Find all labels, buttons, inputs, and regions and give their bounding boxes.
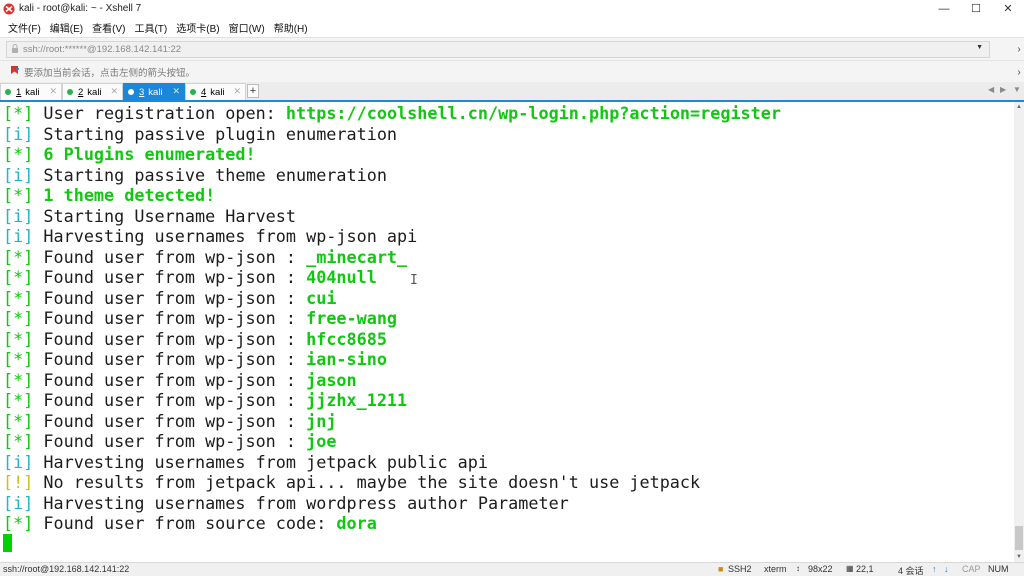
menu-tools[interactable]: 工具(T) (134, 20, 167, 35)
connected-status-icon (190, 89, 196, 95)
chevron-right-icon: › (1017, 66, 1021, 78)
tab-number: 1 (16, 86, 22, 98)
terminal-output[interactable]: [*] User registration open: https://cool… (0, 102, 1014, 562)
status-cap: CAP (962, 564, 981, 574)
terminal-line: [i] Starting Username Harvest (3, 206, 296, 226)
bookmark-arrow-icon[interactable] (10, 65, 20, 78)
terminal-line: [*] 6 Plugins enumerated! (3, 144, 256, 164)
terminal-line: [*] Found user from wp-json : jnj (3, 411, 337, 431)
tab-session-1[interactable]: 1 kali ✕ (0, 83, 62, 100)
status-position: 22,1 (856, 564, 874, 574)
close-icon[interactable]: ✕ (172, 86, 180, 97)
terminal-line: [*] Found user from wp-json : cui (3, 288, 337, 308)
minimize-button[interactable]: — (928, 0, 960, 17)
terminal-line: [i] Starting passive plugin enumeration (3, 124, 398, 144)
plus-icon: + (249, 85, 257, 97)
connected-status-icon (5, 89, 11, 95)
chevron-left-icon[interactable]: ◀ (988, 85, 994, 94)
text-cursor-icon: I (410, 273, 418, 288)
menu-help[interactable]: 帮助(H) (274, 20, 308, 35)
arrow-down-icon[interactable]: ↓ (944, 564, 949, 574)
terminal-line: [*] Found user from wp-json : hfcc8685 (3, 329, 387, 349)
menu-tab[interactable]: 选项卡(B) (176, 20, 219, 35)
status-connection: ssh://root@192.168.142.141:22 (3, 564, 130, 574)
status-size: 98x22 (808, 564, 833, 574)
terminal-line: [*] Found user from wp-json : 404null (3, 267, 377, 287)
cursor-position-icon: ▦ (846, 564, 854, 573)
tab-label: kali (148, 86, 163, 98)
hint-side-button[interactable]: › (1014, 65, 1024, 79)
status-sessions: 4 会话 (898, 566, 924, 576)
terminal-line: [*] Found user from wp-json : _minecart_ (3, 247, 408, 267)
tab-label: kali (87, 86, 102, 98)
title-bar: kali - root@kali: ~ - Xshell 7 — ☐ ✕ (0, 0, 1024, 17)
terminal-line: [i] Harvesting usernames from wordpress … (3, 493, 569, 513)
chevron-right-icon[interactable]: ▶ (1000, 85, 1006, 94)
scroll-thumb[interactable] (1015, 526, 1023, 550)
tab-label: kali (25, 86, 40, 98)
terminal-line: [*] Found user from wp-json : ian-sino (3, 349, 387, 369)
connected-status-icon (67, 89, 73, 95)
close-button[interactable]: ✕ (992, 0, 1024, 17)
terminal-cursor (3, 534, 12, 552)
session-hint-bar: 要添加当前会话，点击左侧的箭头按钮。 › (0, 61, 1024, 82)
chevron-right-icon: › (1017, 43, 1021, 55)
terminal-line: [*] Found user from wp-json : free-wang (3, 308, 398, 328)
status-terminal-type: xterm (764, 564, 787, 574)
terminal-line: [i] Harvesting usernames from jetpack pu… (3, 452, 488, 472)
maximize-button[interactable]: ☐ (960, 0, 992, 17)
scroll-up-icon[interactable]: ▲ (1014, 102, 1024, 112)
maximize-icon: ☐ (971, 3, 981, 15)
status-bar: ssh://root@192.168.142.141:22 ■ SSH2 xte… (0, 562, 1024, 576)
terminal-line: [*] Found user from wp-json : jason (3, 370, 357, 390)
lock-icon (11, 43, 19, 56)
tab-bar: 1 kali ✕ 2 kali ✕ 3 kali ✕ 4 kali ✕ + ◀ … (0, 82, 1024, 102)
resize-icon: ↕ (796, 564, 800, 573)
address-side-button[interactable]: › (1014, 42, 1024, 56)
terminal-line: [*] Found user from wp-json : joe (3, 431, 337, 451)
status-protocol: SSH2 (728, 564, 752, 574)
address-input[interactable]: ssh://root:******@192.168.142.141:22 ▼ (6, 41, 990, 58)
address-bar: ssh://root:******@192.168.142.141:22 ▼ › (0, 37, 1024, 61)
ssh-lock-icon: ■ (718, 564, 724, 574)
terminal-line: [i] Starting passive theme enumeration (3, 165, 387, 185)
close-icon[interactable]: ✕ (49, 86, 57, 97)
tab-session-3[interactable]: 3 kali ✕ (123, 83, 185, 100)
tab-number: 4 (201, 86, 207, 98)
terminal-line: [*] User registration open: https://cool… (3, 103, 781, 123)
arrow-up-icon[interactable]: ↑ (932, 564, 937, 574)
connected-status-icon (128, 89, 134, 95)
status-num: NUM (988, 564, 1009, 574)
tab-number: 2 (78, 86, 84, 98)
terminal-line: [*] 1 theme detected! (3, 185, 216, 205)
menu-view[interactable]: 查看(V) (92, 20, 125, 35)
window-title: kali - root@kali: ~ - Xshell 7 (19, 3, 142, 14)
address-value: ssh://root:******@192.168.142.141:22 (23, 44, 182, 55)
terminal-line: [*] Found user from wp-json : jjzhx_1211 (3, 390, 408, 410)
tab-list-icon[interactable]: ▼ (1013, 85, 1021, 94)
menu-window[interactable]: 窗口(W) (229, 20, 265, 35)
tab-number: 3 (139, 86, 145, 98)
xshell-logo-icon (3, 3, 15, 15)
close-icon[interactable]: ✕ (110, 86, 118, 97)
minimize-icon: — (938, 2, 950, 15)
chevron-down-icon[interactable]: ▼ (976, 44, 983, 51)
close-icon[interactable]: ✕ (233, 86, 241, 97)
terminal-line: [!] No results from jetpack api... maybe… (3, 472, 701, 492)
session-hint-text: 要添加当前会话，点击左侧的箭头按钮。 (24, 67, 196, 79)
tab-session-2[interactable]: 2 kali ✕ (62, 83, 123, 100)
tab-label: kali (210, 86, 225, 98)
terminal-scrollbar[interactable]: ▲ ▼ (1014, 102, 1024, 562)
menu-bar: 文件(F) 编辑(E) 查看(V) 工具(T) 选项卡(B) 窗口(W) 帮助(… (0, 17, 1024, 37)
menu-file[interactable]: 文件(F) (8, 20, 41, 35)
scroll-down-icon[interactable]: ▼ (1014, 552, 1024, 562)
close-icon: ✕ (1003, 3, 1013, 15)
terminal-line: [i] Harvesting usernames from wp-json ap… (3, 226, 418, 246)
tab-session-4[interactable]: 4 kali ✕ (185, 83, 246, 100)
terminal-line: [*] Found user from source code: dora (3, 513, 377, 533)
menu-edit[interactable]: 编辑(E) (50, 20, 83, 35)
new-tab-button[interactable]: + (247, 84, 259, 98)
